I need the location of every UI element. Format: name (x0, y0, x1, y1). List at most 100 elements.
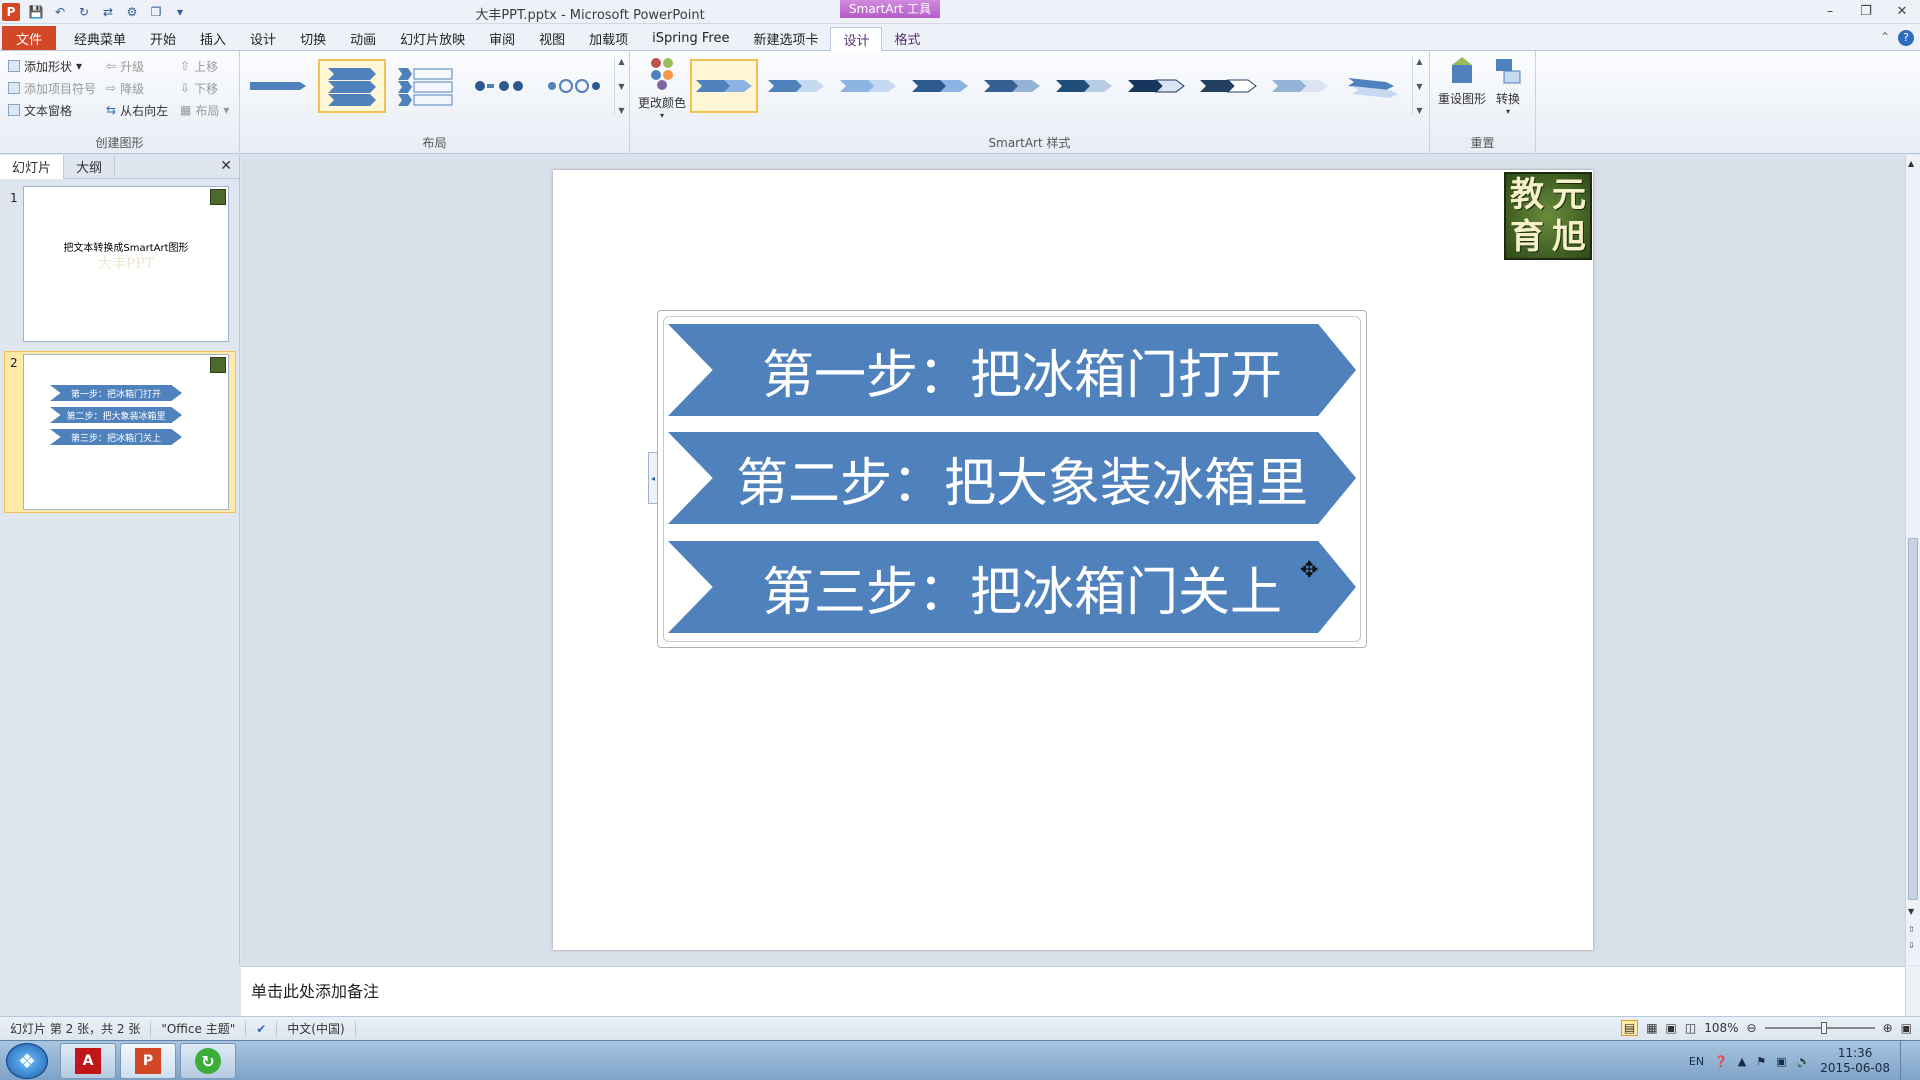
notes-scrollbar[interactable] (1905, 966, 1920, 1016)
scrollbar-thumb[interactable] (1908, 538, 1918, 900)
slide-thumbnail-2[interactable]: 第一步：把冰箱门打开 第二步：把大象装冰箱里 第三步：把冰箱门关上 (23, 354, 229, 510)
styles-gallery-scroll[interactable]: ▲ ▼ ▼ (1412, 57, 1426, 115)
layouts-gallery-scroll[interactable]: ▲ ▼ ▼ (614, 57, 628, 115)
zoom-level[interactable]: 108% (1704, 1021, 1738, 1035)
text-pane-button[interactable]: 文本窗格 (8, 99, 96, 121)
right-to-left-button[interactable]: ⇆ 从右向左 (106, 99, 168, 121)
collapse-ribbon-icon[interactable]: ⌃ (1880, 30, 1890, 46)
tab-design[interactable]: 设计 (238, 26, 288, 50)
restore-button[interactable]: ❐ (1848, 0, 1884, 22)
show-hidden-icons[interactable]: ▲ (1738, 1055, 1746, 1068)
tab-view[interactable]: 视图 (527, 26, 577, 50)
slideshow-view-icon[interactable]: ◫ (1685, 1021, 1696, 1035)
tab-addins[interactable]: 加载项 (577, 26, 640, 50)
style-option-7[interactable] (1122, 59, 1190, 113)
zoom-slider[interactable] (1764, 1022, 1875, 1034)
normal-view-icon[interactable]: ▤ (1620, 1020, 1639, 1036)
style-option-4[interactable] (906, 59, 974, 113)
taskbar-green-app[interactable]: ↻ (180, 1043, 236, 1079)
slide-sorter-icon[interactable]: ▦ (1646, 1021, 1657, 1035)
slide-thumbnail-1[interactable]: 把文本转换成SmartArt图形 大丰PPT (23, 186, 229, 342)
style-option-9[interactable] (1266, 59, 1334, 113)
tab-classic-menu[interactable]: 经典菜单 (62, 26, 138, 50)
fit-to-window-icon[interactable]: ▣ (1901, 1021, 1912, 1035)
close-window-button[interactable]: ✕ (1884, 0, 1920, 22)
layout-option-4[interactable] (466, 59, 534, 113)
convert-button[interactable]: 转换 ▾ (1486, 55, 1530, 116)
next-slide-icon[interactable]: ⇩ (1908, 941, 1915, 950)
move-up-button[interactable]: ⇧ 上移 (180, 55, 229, 77)
tab-new-tab[interactable]: 新建选项卡 (741, 26, 830, 50)
status-language[interactable]: 中文(中国) (277, 1020, 356, 1037)
style-option-8[interactable] (1194, 59, 1262, 113)
smartart-step-1[interactable]: 第一步：把冰箱门打开 (668, 324, 1356, 416)
add-bullet-button[interactable]: 添加项目符号 (8, 77, 96, 99)
reading-view-icon[interactable]: ▣ (1666, 1021, 1677, 1035)
styles-up-icon[interactable]: ▲ (1416, 57, 1422, 66)
tab-slideshow[interactable]: 幻灯片放映 (388, 26, 477, 50)
layout-option-2-selected[interactable] (318, 59, 386, 113)
tab-home[interactable]: 开始 (138, 26, 188, 50)
text-pane-label: 文本窗格 (24, 103, 73, 118)
reset-graphic-button[interactable]: 重设图形 (1438, 55, 1486, 107)
change-colors-button[interactable]: 更改颜色 ▾ (638, 55, 686, 120)
tab-file[interactable]: 文件 (2, 26, 56, 50)
style-option-6[interactable] (1050, 59, 1118, 113)
thumb2-step-3: 第三步：把冰箱门关上 (50, 429, 182, 445)
gallery-up-icon[interactable]: ▲ (618, 57, 624, 66)
tab-outline[interactable]: 大纲 (64, 154, 116, 179)
taskbar-powerpoint[interactable]: P (120, 1043, 176, 1079)
volume-icon[interactable]: 🔈 (1797, 1055, 1811, 1068)
style-option-10[interactable] (1338, 59, 1406, 113)
tab-transitions[interactable]: 切换 (288, 26, 338, 50)
close-panel-icon[interactable]: ✕ (220, 158, 232, 174)
status-theme[interactable]: "Office 主题" (151, 1020, 247, 1037)
help-icon[interactable]: ? (1898, 30, 1914, 46)
input-language[interactable]: EN (1689, 1055, 1704, 1068)
scroll-up-icon[interactable]: ▲ (1908, 159, 1914, 168)
layout-option-3[interactable] (392, 59, 460, 113)
zoom-out-icon[interactable]: ⊖ (1747, 1021, 1757, 1035)
tab-review[interactable]: 审阅 (477, 26, 527, 50)
demote-button[interactable]: ⇨ 降级 (106, 77, 168, 99)
style-option-5[interactable] (978, 59, 1046, 113)
help-tray-icon[interactable]: ❓ (1714, 1055, 1728, 1068)
action-center-icon[interactable]: ⚑ (1756, 1055, 1766, 1068)
zoom-in-icon[interactable]: ⊕ (1883, 1021, 1893, 1035)
style-option-2[interactable] (762, 59, 830, 113)
style-option-1-selected[interactable] (690, 59, 758, 113)
reset-graphic-label: 重设图形 (1438, 92, 1487, 106)
tab-ispring[interactable]: iSpring Free (640, 26, 741, 50)
smartart-step-2[interactable]: 第二步：把大象装冰箱里 (668, 432, 1356, 524)
tab-animations[interactable]: 动画 (338, 26, 388, 50)
tab-slides[interactable]: 幻灯片 (0, 154, 65, 179)
styles-more-icon[interactable]: ▼ (1416, 106, 1422, 115)
scroll-down-icon[interactable]: ▼ (1908, 907, 1914, 916)
add-shape-button[interactable]: 添加形状 ▾ (8, 55, 96, 77)
spellcheck-icon[interactable]: ✔ (246, 1020, 278, 1037)
promote-button[interactable]: ⇦ 升级 (106, 55, 168, 77)
layout-option-1[interactable] (244, 59, 312, 113)
move-down-button[interactable]: ⇩ 下移 (180, 77, 229, 99)
minimize-button[interactable]: – (1812, 0, 1848, 22)
tab-smartart-format[interactable]: 格式 (882, 26, 932, 50)
notes-pane[interactable]: 单击此处添加备注 (241, 966, 1905, 1016)
smartart-step-3[interactable]: 第三步：把冰箱门关上 (668, 541, 1356, 633)
prev-slide-icon[interactable]: ⇧ (1908, 925, 1915, 934)
gallery-more-icon[interactable]: ▼ (618, 106, 624, 115)
layout-option-5[interactable] (540, 59, 608, 113)
start-button[interactable]: ❖ (6, 1043, 48, 1079)
styles-down-icon[interactable]: ▼ (1416, 82, 1422, 91)
tab-smartart-design[interactable]: 设计 (830, 27, 883, 51)
vertical-scrollbar[interactable]: ▲ ▼ ⇧ ⇩ (1905, 155, 1920, 965)
network-icon[interactable]: ▣ (1776, 1055, 1786, 1068)
tab-insert[interactable]: 插入 (188, 26, 238, 50)
taskbar-acrobat[interactable]: A (60, 1043, 116, 1079)
text-pane-toggle-handle[interactable]: ◂ (648, 452, 658, 504)
show-desktop-button[interactable] (1900, 1041, 1910, 1080)
layout-button[interactable]: ▦ 布局 ▾ (180, 99, 229, 121)
style-option-3[interactable] (834, 59, 902, 113)
zoom-slider-knob[interactable] (1820, 1022, 1827, 1034)
clock[interactable]: 11:36 2015-06-08 (1820, 1046, 1890, 1076)
gallery-down-icon[interactable]: ▼ (618, 82, 624, 91)
